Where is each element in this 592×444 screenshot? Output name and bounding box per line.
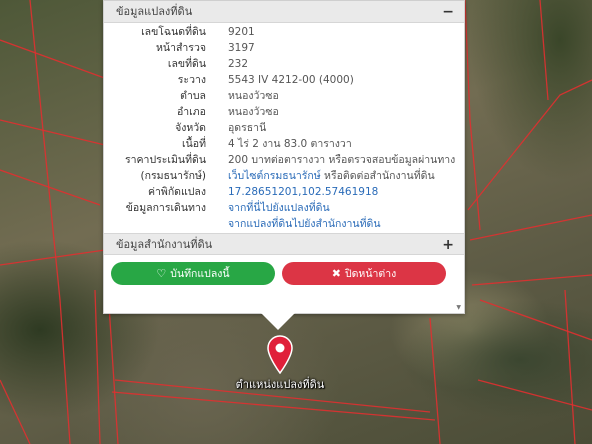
row-label: เนื้อที่	[182, 138, 206, 150]
row-label: ราคาประเมินที่ดิน	[124, 154, 206, 166]
row-label: ตำบล	[180, 90, 206, 102]
row-label: ข้อมูลการเดินทาง	[125, 202, 206, 214]
popup-pointer	[261, 313, 295, 330]
row-directions: ข้อมูลการเดินทาง จากที่นี่ไปยังแปลงที่ดิ…	[104, 200, 464, 216]
save-parcel-label: บันทึกแปลงนี้	[170, 268, 230, 280]
row-value: 4 ไร่ 2 งาน 83.0 ตารางวา	[228, 138, 352, 150]
directions-to-office-link[interactable]: จากแปลงที่ดินไปยังสำนักงานที่ดิน	[228, 216, 381, 232]
row-label: เลขที่ดิน	[167, 58, 206, 70]
row-province: จังหวัด อุดรธานี	[104, 120, 464, 136]
row-value: หนองวัวซอ	[228, 90, 279, 102]
row-value: 3197	[228, 42, 255, 54]
marker-label: ตำแหน่งแปลงที่ดิน	[235, 378, 325, 391]
row-subdistrict: ตำบล หนองวัวซอ	[104, 88, 464, 104]
scroll-down-icon[interactable]: ▼	[456, 304, 461, 311]
row-label: (กรมธนารักษ์)	[140, 170, 206, 182]
land-office-title: ข้อมูลสำนักงานที่ดิน	[116, 238, 213, 251]
row-land-number: เลขที่ดิน 232	[104, 56, 464, 72]
collapse-icon[interactable]: −	[442, 1, 454, 23]
parcel-info-title: ข้อมูลแปลงที่ดิน	[116, 5, 193, 18]
close-window-button[interactable]: ✖ ปิดหน้าต่าง	[282, 262, 446, 285]
row-district: อำเภอ หนองวัวซอ	[104, 104, 464, 120]
land-office-header[interactable]: ข้อมูลสำนักงานที่ดิน +	[104, 233, 464, 255]
row-label: เลขโฉนดที่ดิน	[141, 26, 206, 38]
row-value: เว็บไซต์กรมธนารักษ์ หรือติดต่อสำนักงานที…	[228, 168, 435, 184]
close-icon: ✖	[331, 267, 341, 280]
close-window-label: ปิดหน้าต่าง	[344, 268, 397, 280]
row-label: ระวาง	[177, 74, 206, 86]
directions-to-parcel-link[interactable]: จากที่นี่ไปยังแปลงที่ดิน	[228, 200, 330, 216]
treasury-website-link[interactable]: เว็บไซต์กรมธนารักษ์	[228, 170, 321, 182]
heart-icon: ♡	[156, 267, 167, 280]
row-value: 200 บาทต่อตารางวา หรือตรวจสอบข้อมูลผ่านท…	[228, 154, 456, 166]
row-deed-number: เลขโฉนดที่ดิน 9201	[104, 24, 464, 40]
row-value: หนองวัวซอ	[228, 106, 279, 118]
row-directions-office: จากแปลงที่ดินไปยังสำนักงานที่ดิน	[104, 216, 464, 232]
row-label: อำเภอ	[176, 106, 206, 118]
row-value: 232	[228, 58, 249, 70]
row-map-sheet: ระวาง 5543 IV 4212-00 (4000)	[104, 72, 464, 88]
row-coordinates: ค่าพิกัดแปลง 17.28651201,102.57461918	[104, 184, 464, 200]
row-area: เนื้อที่ 4 ไร่ 2 งาน 83.0 ตารางวา	[104, 136, 464, 152]
treasury-contact-text: หรือติดต่อสำนักงานที่ดิน	[320, 170, 435, 182]
row-label: จังหวัด	[175, 122, 206, 134]
parcel-info-header[interactable]: ข้อมูลแปลงที่ดิน −	[104, 1, 464, 23]
row-treasury-dept: (กรมธนารักษ์) เว็บไซต์กรมธนารักษ์ หรือติ…	[104, 168, 464, 184]
row-label: ค่าพิกัดแปลง	[147, 186, 206, 198]
row-value: อุดรธานี	[228, 122, 267, 134]
coordinates-link[interactable]: 17.28651201,102.57461918	[228, 184, 378, 200]
save-parcel-button[interactable]: ♡ บันทึกแปลงนี้	[111, 262, 275, 285]
location-pin-icon[interactable]	[265, 334, 295, 374]
row-label: หน้าสำรวจ	[156, 42, 206, 54]
row-survey-page: หน้าสำรวจ 3197	[104, 40, 464, 56]
row-value: 5543 IV 4212-00 (4000)	[228, 74, 354, 86]
row-appraisal-price: ราคาประเมินที่ดิน 200 บาทต่อตารางวา หรือ…	[104, 152, 464, 168]
parcel-info-popup: ข้อมูลแปลงที่ดิน − เลขโฉนดที่ดิน 9201 หน…	[103, 0, 465, 314]
row-value: 9201	[228, 26, 255, 38]
expand-icon[interactable]: +	[442, 234, 454, 256]
